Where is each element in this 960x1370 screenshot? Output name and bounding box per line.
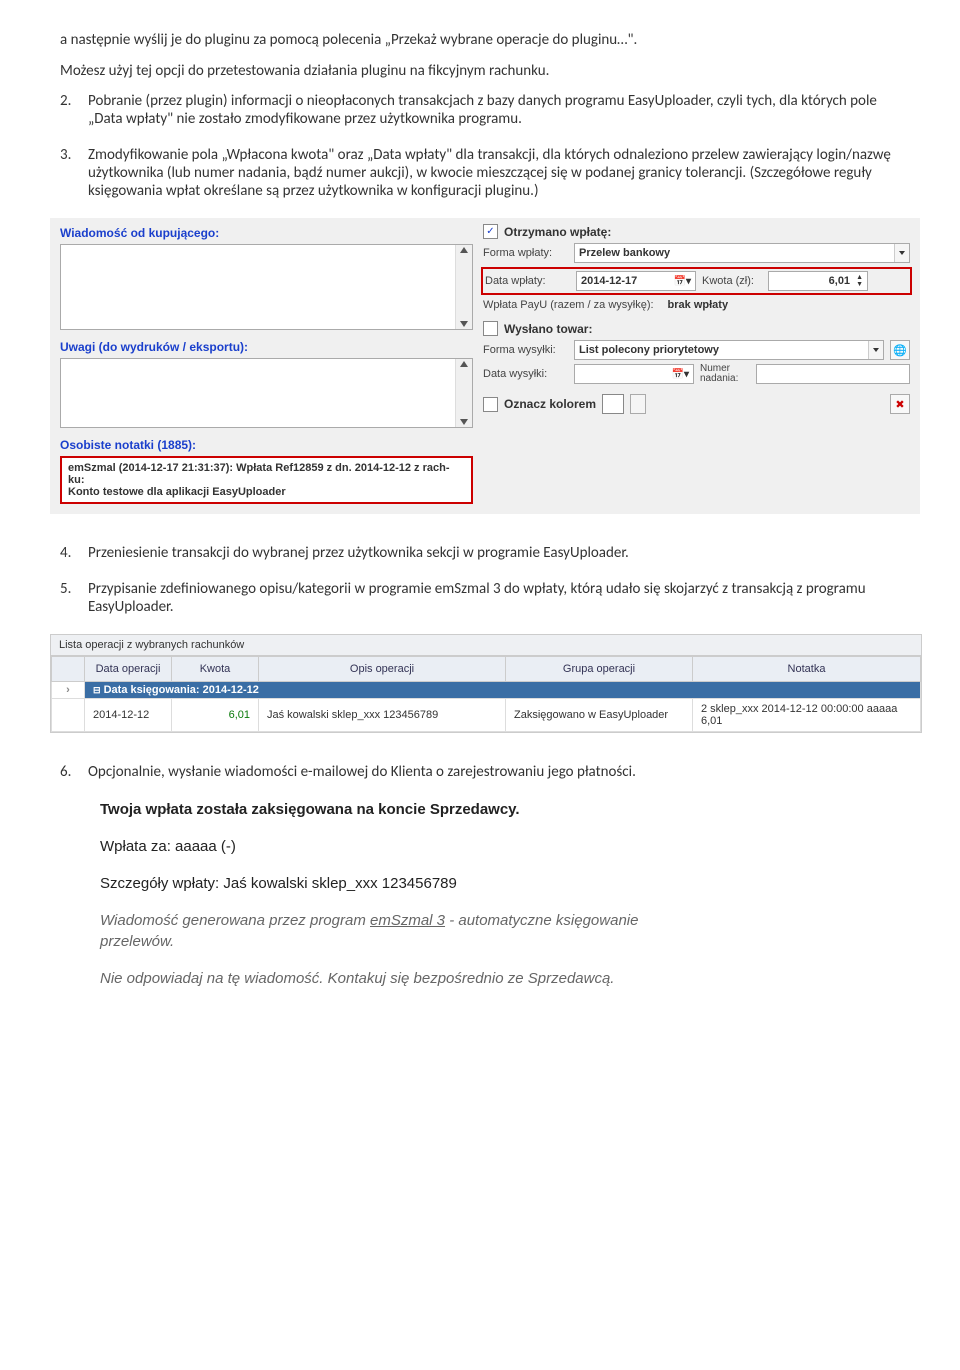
chevron-down-icon bbox=[894, 244, 909, 262]
ship-form-value: List polecony priorytetowy bbox=[579, 344, 719, 356]
payment-date-highlight: Data wpłaty: 2014-12-17 📅▾ Kwota (zł): 6… bbox=[481, 267, 912, 295]
clear-color-icon[interactable]: ✖ bbox=[890, 394, 910, 414]
intro-paragraph-2: Możesz użyj tej opcji do przetestowania … bbox=[60, 61, 900, 82]
email-line-1: Twoja wpłata została zaksięgowana na kon… bbox=[100, 799, 710, 820]
payment-form-value: Przelew bankowy bbox=[579, 247, 670, 259]
cell-date: 2014-12-12 bbox=[85, 699, 172, 732]
ship-date-input[interactable]: 📅▾ bbox=[574, 364, 694, 384]
scrollbar[interactable] bbox=[455, 245, 472, 329]
shipped-label: Wysłano towar: bbox=[504, 322, 592, 336]
shipped-checkbox[interactable] bbox=[483, 321, 498, 336]
step-4: 4. Przeniesienie transakcji do wybranej … bbox=[60, 544, 900, 562]
table-row[interactable]: 2014-12-12 6,01 Jaś kowalski sklep_xxx 1… bbox=[52, 699, 921, 732]
tracking-label: Numer nadania: bbox=[700, 364, 750, 384]
step-3: 3. Zmodyfikowanie pola „Wpłacona kwota" … bbox=[60, 146, 900, 200]
cell-note: 2 sklep_xxx 2014-12-12 00:00:00 aaaaa 6,… bbox=[693, 699, 921, 732]
email-line-4: Wiadomość generowana przez program emSzm… bbox=[100, 910, 710, 952]
notes-label: Osobiste notatki (1885): bbox=[54, 434, 479, 454]
color-checkbox[interactable] bbox=[483, 397, 498, 412]
scrollbar[interactable] bbox=[455, 359, 472, 427]
col-date[interactable]: Data operacji bbox=[85, 657, 172, 682]
chevron-down-icon[interactable] bbox=[630, 394, 646, 414]
email-line-2: Wpłata za: aaaaa (-) bbox=[100, 836, 710, 857]
payment-date-input[interactable]: 2014-12-17 📅▾ bbox=[576, 271, 696, 291]
step-text: Pobranie (przez plugin) informacji o nie… bbox=[88, 92, 900, 128]
payment-received-checkbox[interactable] bbox=[483, 224, 498, 239]
step-number: 2. bbox=[60, 92, 88, 128]
col-note[interactable]: Notatka bbox=[693, 657, 921, 682]
steps-list-cont2: 6. Opcjonalnie, wysłanie wiadomości e-ma… bbox=[60, 763, 900, 781]
buyer-message-textarea[interactable] bbox=[60, 244, 473, 330]
col-desc[interactable]: Opis operacji bbox=[259, 657, 506, 682]
payment-date-label: Data wpłaty: bbox=[485, 275, 570, 287]
step-5: 5. Przypisanie zdefiniowanego opisu/kate… bbox=[60, 580, 900, 616]
table-title: Lista operacji z wybranych rachunków bbox=[51, 635, 921, 656]
step-number: 6. bbox=[60, 763, 88, 781]
globe-icon[interactable]: 🌐 bbox=[890, 340, 910, 360]
notes-line-2: Konto testowe dla aplikacji EasyUploader bbox=[68, 486, 465, 498]
email-line-5: Nie odpowiadaj na tę wiadomość. Kontakuj… bbox=[100, 968, 710, 989]
amount-input[interactable]: 6,01 ▲▼ bbox=[768, 271, 868, 291]
email-l4a: Wiadomość generowana przez program bbox=[100, 912, 370, 929]
amount-value: 6,01 bbox=[829, 275, 850, 287]
payment-form-label: Forma wpłaty: bbox=[483, 247, 568, 259]
cell-amount: 6,01 bbox=[172, 699, 259, 732]
remarks-textarea[interactable] bbox=[60, 358, 473, 428]
step-text: Przypisanie zdefiniowanego opisu/kategor… bbox=[88, 580, 900, 616]
group-label: Data księgowania: 2014-12-12 bbox=[104, 684, 259, 696]
amount-label: Kwota (zł): bbox=[702, 275, 762, 287]
intro-paragraph-1: a następnie wyślij je do pluginu za pomo… bbox=[60, 30, 900, 51]
step-number: 3. bbox=[60, 146, 88, 200]
cell-group: Zaksięgowano w EasyUploader bbox=[506, 699, 693, 732]
remarks-label: Uwagi (do wydruków / eksportu): bbox=[54, 336, 479, 356]
steps-list: 2. Pobranie (przez plugin) informacji o … bbox=[60, 92, 900, 200]
notes-line-1: emSzmal (2014-12-17 21:31:37): Wpłata Re… bbox=[68, 462, 465, 486]
buyer-message-label: Wiadomość od kupującego: bbox=[54, 222, 479, 242]
screenshot-email: Twoja wpłata została zaksięgowana na kon… bbox=[100, 799, 710, 989]
steps-list-cont: 4. Przeniesienie transakcji do wybranej … bbox=[60, 544, 900, 616]
step-number: 4. bbox=[60, 544, 88, 562]
step-6: 6. Opcjonalnie, wysłanie wiadomości e-ma… bbox=[60, 763, 900, 781]
payment-form-select[interactable]: Przelew bankowy bbox=[574, 243, 910, 263]
col-group[interactable]: Grupa operacji bbox=[506, 657, 693, 682]
payment-date-value: 2014-12-17 bbox=[581, 275, 637, 287]
screenshot-table: Lista operacji z wybranych rachunków Dat… bbox=[50, 634, 922, 733]
screenshot-form: Wiadomość od kupującego: Uwagi (do wydru… bbox=[50, 218, 920, 514]
ship-form-label: Forma wysyłki: bbox=[483, 344, 568, 356]
col-amount[interactable]: Kwota bbox=[172, 657, 259, 682]
step-text: Opcjonalnie, wysłanie wiadomości e-mailo… bbox=[88, 763, 900, 781]
color-label: Oznacz kolorem bbox=[504, 397, 596, 411]
email-line-3: Szczegóły wpłaty: Jaś kowalski sklep_xxx… bbox=[100, 873, 710, 894]
step-2: 2. Pobranie (przez plugin) informacji o … bbox=[60, 92, 900, 128]
color-swatch[interactable] bbox=[602, 394, 624, 414]
operations-table: Data operacji Kwota Opis operacji Grupa … bbox=[51, 656, 921, 732]
tracking-input[interactable] bbox=[756, 364, 910, 384]
chevron-down-icon bbox=[868, 341, 883, 359]
payu-label: Wpłata PayU (razem / za wysyłkę): bbox=[483, 299, 654, 311]
notes-content: emSzmal (2014-12-17 21:31:37): Wpłata Re… bbox=[60, 456, 473, 504]
ship-form-select[interactable]: List polecony priorytetowy bbox=[574, 340, 884, 360]
payment-received-label: Otrzymano wpłatę: bbox=[504, 225, 611, 239]
group-row[interactable]: › ⊟ Data księgowania: 2014-12-12 bbox=[52, 682, 921, 699]
payu-value: brak wpłaty bbox=[668, 299, 729, 311]
email-app-link[interactable]: emSzmal 3 bbox=[370, 912, 445, 929]
step-text: Zmodyfikowanie pola „Wpłacona kwota" ora… bbox=[88, 146, 900, 200]
step-number: 5. bbox=[60, 580, 88, 616]
step-text: Przeniesienie transakcji do wybranej prz… bbox=[88, 544, 900, 562]
ship-date-label: Data wysyłki: bbox=[483, 368, 568, 380]
cell-desc: Jaś kowalski sklep_xxx 123456789 bbox=[259, 699, 506, 732]
